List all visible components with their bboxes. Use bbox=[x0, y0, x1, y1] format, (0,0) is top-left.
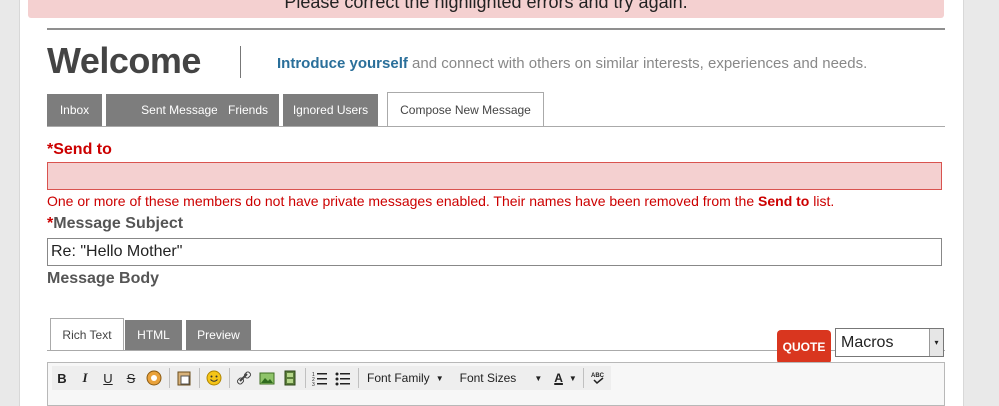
divider bbox=[47, 28, 945, 30]
tagline: Introduce yourself and connect with othe… bbox=[277, 55, 867, 72]
unordered-list-icon[interactable] bbox=[333, 367, 353, 389]
chevron-down-icon: ▼ bbox=[435, 373, 444, 383]
toolbar-separator bbox=[582, 368, 584, 388]
strikethrough-icon[interactable]: S bbox=[121, 367, 141, 389]
error-text-bold: Send to bbox=[758, 193, 810, 209]
error-banner: Please correct the highlighted errors an… bbox=[28, 0, 944, 18]
text-color-dropdown[interactable]: A ▼ bbox=[550, 367, 581, 389]
underline-icon[interactable]: U bbox=[98, 367, 118, 389]
chevron-down-icon: ▾ bbox=[929, 329, 943, 356]
quote-button[interactable]: QUOTE bbox=[777, 330, 831, 364]
toolbar-separator bbox=[199, 368, 200, 388]
tabs-divider bbox=[47, 126, 945, 127]
tab-ignored-users[interactable]: Ignored Users bbox=[283, 94, 378, 126]
macros-value: Macros bbox=[841, 334, 894, 351]
send-to-error-message: One or more of these members do not have… bbox=[47, 193, 834, 209]
font-family-label: Font Family bbox=[367, 371, 430, 385]
error-text-end: list. bbox=[809, 193, 835, 209]
macros-select[interactable]: Macros ▾ bbox=[835, 328, 944, 357]
tab-compose-new-message[interactable]: Compose New Message bbox=[387, 92, 544, 126]
toolbar-row: B I U S 123 Font Family ▼ Font Sizes ▼ A… bbox=[52, 366, 611, 390]
video-icon[interactable] bbox=[280, 367, 300, 389]
tab-friends[interactable]: Friends bbox=[217, 94, 279, 126]
ordered-list-icon[interactable]: 123 bbox=[310, 367, 330, 389]
image-icon[interactable] bbox=[257, 367, 277, 389]
paste-icon[interactable] bbox=[174, 367, 194, 389]
subject-label-text: Message Subject bbox=[53, 215, 184, 232]
svg-text:3: 3 bbox=[312, 382, 315, 386]
link-icon[interactable] bbox=[234, 367, 254, 389]
toolbar-separator bbox=[229, 368, 230, 388]
font-sizes-label: Font Sizes bbox=[459, 371, 517, 385]
editor-toolbar: B I U S 123 Font Family ▼ Font Sizes ▼ A… bbox=[47, 362, 945, 406]
toolbar-separator bbox=[169, 368, 170, 388]
tab-preview[interactable]: Preview bbox=[186, 320, 251, 350]
send-to-input[interactable] bbox=[47, 162, 942, 190]
tagline-text: and connect with others on similar inter… bbox=[407, 55, 868, 72]
message-body-label: Message Body bbox=[47, 270, 160, 287]
page-title: Welcome bbox=[47, 40, 201, 81]
spoiler-icon[interactable] bbox=[144, 367, 164, 389]
font-sizes-dropdown[interactable]: Font Sizes ▼ bbox=[456, 367, 547, 389]
toolbar-separator bbox=[305, 368, 306, 388]
tab-rich-text[interactable]: Rich Text bbox=[50, 318, 124, 351]
emoji-icon[interactable] bbox=[204, 367, 224, 389]
subject-input[interactable]: Re: "Hello Mother" bbox=[47, 238, 942, 266]
chevron-down-icon: ▼ bbox=[568, 373, 577, 383]
tab-html[interactable]: HTML bbox=[125, 320, 182, 350]
tab-inbox[interactable]: Inbox bbox=[47, 94, 102, 126]
send-to-label: *Send to bbox=[47, 141, 112, 158]
chevron-down-icon: ▼ bbox=[534, 373, 543, 383]
font-family-dropdown[interactable]: Font Family ▼ bbox=[363, 367, 448, 389]
error-text: One or more of these members do not have… bbox=[47, 193, 759, 209]
toolbar-separator bbox=[358, 368, 359, 388]
introduce-yourself-link[interactable]: Introduce yourself bbox=[277, 55, 408, 72]
spellcheck-icon[interactable]: ABC bbox=[588, 367, 608, 389]
title-divider bbox=[240, 46, 241, 78]
italic-icon[interactable]: I bbox=[75, 367, 95, 389]
text-color-icon: A bbox=[554, 371, 563, 385]
bold-icon[interactable]: B bbox=[52, 367, 72, 389]
subject-label: *Message Subject bbox=[47, 215, 183, 233]
